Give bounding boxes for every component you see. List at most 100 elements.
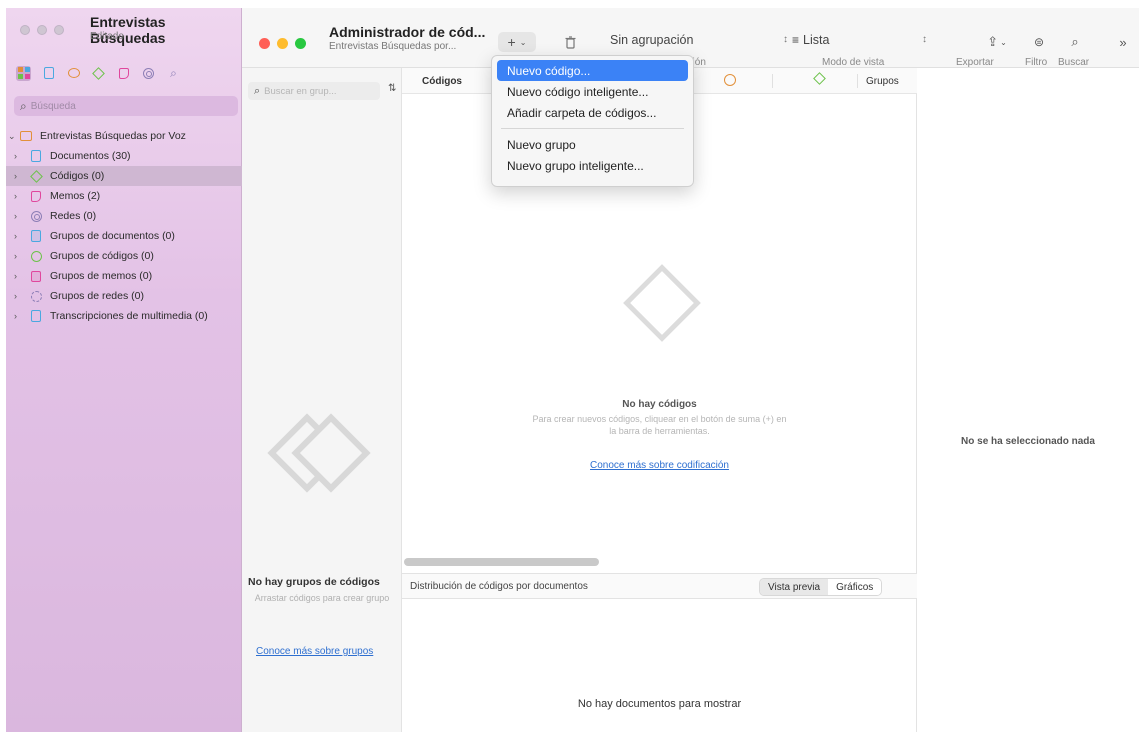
- export-button[interactable]: ⇪ ⌄: [984, 32, 1010, 52]
- zoom-window-button[interactable]: [295, 38, 306, 49]
- column-header-codes[interactable]: Códigos: [422, 76, 462, 87]
- window-subtitle: Entrevistas Búsquedas por...: [329, 41, 457, 52]
- export-label: Exportar: [956, 57, 994, 68]
- distribution-bar: Distribución de códigos por documentos V…: [402, 573, 917, 599]
- search-button[interactable]: ⌕: [1066, 32, 1084, 52]
- tree-item-label: Códigos (0): [50, 170, 105, 182]
- memo-icon: [28, 189, 44, 203]
- tree-item-label: Transcripciones de multimedia (0): [50, 310, 208, 322]
- chevron-right-icon[interactable]: ›: [14, 171, 28, 181]
- tree-item-memo-groups[interactable]: › Grupos de memos (0): [6, 266, 242, 286]
- chevron-right-icon[interactable]: ›: [14, 271, 28, 281]
- column-header-groups[interactable]: Grupos: [866, 76, 899, 87]
- empty-codes-title: No hay códigos: [622, 399, 697, 410]
- project-icon: [18, 131, 34, 141]
- delete-button[interactable]: [561, 32, 579, 52]
- updown-arrows-icon[interactable]: ↕: [922, 34, 927, 45]
- quotations-column-icon[interactable]: [724, 74, 736, 86]
- tree-root-project[interactable]: ⌄ Entrevistas Búsquedas por Voz: [6, 126, 242, 146]
- learn-groups-link[interactable]: Conoce más sobre grupos: [256, 646, 373, 657]
- sort-icon[interactable]: ⇅: [388, 83, 396, 94]
- list-icon: ≡: [792, 33, 800, 47]
- zoom-window-button[interactable]: [54, 25, 64, 35]
- tree-item-document-groups[interactable]: › Grupos de documentos (0): [6, 226, 242, 246]
- chevron-right-icon[interactable]: ›: [14, 311, 28, 321]
- column-divider: [772, 74, 773, 88]
- search-icon[interactable]: ⌕: [166, 66, 181, 81]
- tree-item-memos[interactable]: › Memos (2): [6, 186, 242, 206]
- sidebar-search-input[interactable]: ⌕ Búsqueda: [14, 96, 238, 116]
- tree-root-label: Entrevistas Búsquedas por Voz: [40, 130, 186, 142]
- sidebar-toolbar: ⌕: [12, 62, 238, 84]
- grouping-select[interactable]: Sin agrupación: [610, 33, 693, 47]
- tree-item-code-groups[interactable]: › Grupos de códigos (0): [6, 246, 242, 266]
- tree-item-label: Memos (2): [50, 190, 101, 202]
- view-mode-value: Lista: [803, 33, 830, 47]
- search-icon: ⌕: [20, 98, 27, 113]
- tree-item-network-groups[interactable]: › Grupos de redes (0): [6, 286, 242, 306]
- menu-item-new-smart-group[interactable]: Nuevo grupo inteligente...: [497, 155, 688, 176]
- menu-item-new-group[interactable]: Nuevo grupo: [497, 134, 688, 155]
- close-window-button[interactable]: [20, 25, 30, 35]
- filter-icon: ⊜: [1033, 35, 1045, 49]
- add-dropdown-menu: Nuevo código... Nuevo código inteligente…: [491, 55, 694, 187]
- tab-preview[interactable]: Vista previa: [760, 579, 829, 595]
- project-tree: ⌄ Entrevistas Búsquedas por Voz › Docume…: [6, 126, 242, 326]
- chevron-right-icon[interactable]: ›: [14, 191, 28, 201]
- network-group-icon: [28, 289, 44, 303]
- tree-item-label: Grupos de códigos (0): [50, 250, 154, 262]
- group-search-placeholder: Buscar en grup...: [264, 85, 337, 97]
- minimize-window-button[interactable]: [37, 25, 47, 35]
- documents-filter-icon[interactable]: [41, 66, 56, 81]
- chevron-right-icon[interactable]: ›: [14, 291, 28, 301]
- networks-filter-icon[interactable]: [141, 66, 156, 81]
- view-mode-select[interactable]: ≡ Lista: [792, 33, 829, 47]
- network-icon: [28, 209, 44, 223]
- menu-item-new-smart-code[interactable]: Nuevo código inteligente...: [497, 81, 688, 102]
- tab-charts[interactable]: Gráficos: [828, 579, 882, 595]
- codes-filter-icon[interactable]: [91, 66, 106, 81]
- learn-coding-link[interactable]: Conoce más sobre codificación: [402, 460, 917, 471]
- chevron-right-icon[interactable]: ›: [14, 211, 28, 221]
- project-explorer-icon[interactable]: [16, 65, 31, 81]
- quotations-filter-icon[interactable]: [66, 66, 81, 81]
- more-toolbar-button[interactable]: »: [1114, 32, 1132, 52]
- group-search-input[interactable]: ⌕ Buscar en grup...: [248, 82, 380, 100]
- view-mode-label: Modo de vista: [822, 57, 885, 68]
- empty-codes-description: Para crear nuevos códigos, cliquear en e…: [532, 414, 787, 436]
- chevron-right-icon[interactable]: ›: [14, 151, 28, 161]
- code-icon: [28, 169, 44, 183]
- code-column-icon[interactable]: [813, 72, 826, 85]
- memos-filter-icon[interactable]: [116, 66, 131, 81]
- tree-item-media-transcriptions[interactable]: › Transcripciones de multimedia (0): [6, 306, 242, 326]
- plus-icon: +: [507, 34, 516, 50]
- search-icon: ⌕: [1071, 34, 1079, 49]
- tree-item-networks[interactable]: › Redes (0): [6, 206, 242, 226]
- chevron-right-icon[interactable]: ›: [14, 251, 28, 261]
- empty-codes-icon: [623, 264, 701, 342]
- menu-item-add-code-folder[interactable]: Añadir carpeta de códigos...: [497, 102, 688, 123]
- chevron-right-icon[interactable]: ›: [14, 231, 28, 241]
- minimize-window-button[interactable]: [277, 38, 288, 49]
- tree-item-codes[interactable]: › Códigos (0): [6, 166, 242, 186]
- distribution-title: Distribución de códigos por documentos: [410, 581, 588, 592]
- add-button[interactable]: + ⌄: [498, 32, 536, 52]
- updown-arrows-icon[interactable]: ↕: [783, 34, 788, 45]
- close-window-button[interactable]: [259, 38, 270, 49]
- tree-item-label: Documentos (30): [50, 150, 131, 162]
- tree-item-label: Grupos de documentos (0): [50, 230, 175, 242]
- chevron-down-icon[interactable]: ⌄: [8, 131, 18, 142]
- search-label: Buscar: [1058, 57, 1090, 68]
- menu-item-new-code[interactable]: Nuevo código...: [497, 60, 688, 81]
- filter-label: Filtro: [1025, 57, 1048, 68]
- chevron-double-right-icon: »: [1119, 34, 1127, 50]
- document-group-icon: [28, 229, 44, 243]
- window-controls: [259, 38, 306, 49]
- tree-item-label: Redes (0): [50, 210, 97, 222]
- trash-icon: [565, 35, 575, 49]
- tree-item-documents[interactable]: › Documentos (30): [6, 146, 242, 166]
- no-documents-message: No hay documentos para mostrar: [577, 698, 742, 710]
- search-icon: ⌕: [254, 84, 261, 97]
- filter-button[interactable]: ⊜: [1030, 32, 1048, 52]
- horizontal-scrollbar[interactable]: [404, 558, 599, 566]
